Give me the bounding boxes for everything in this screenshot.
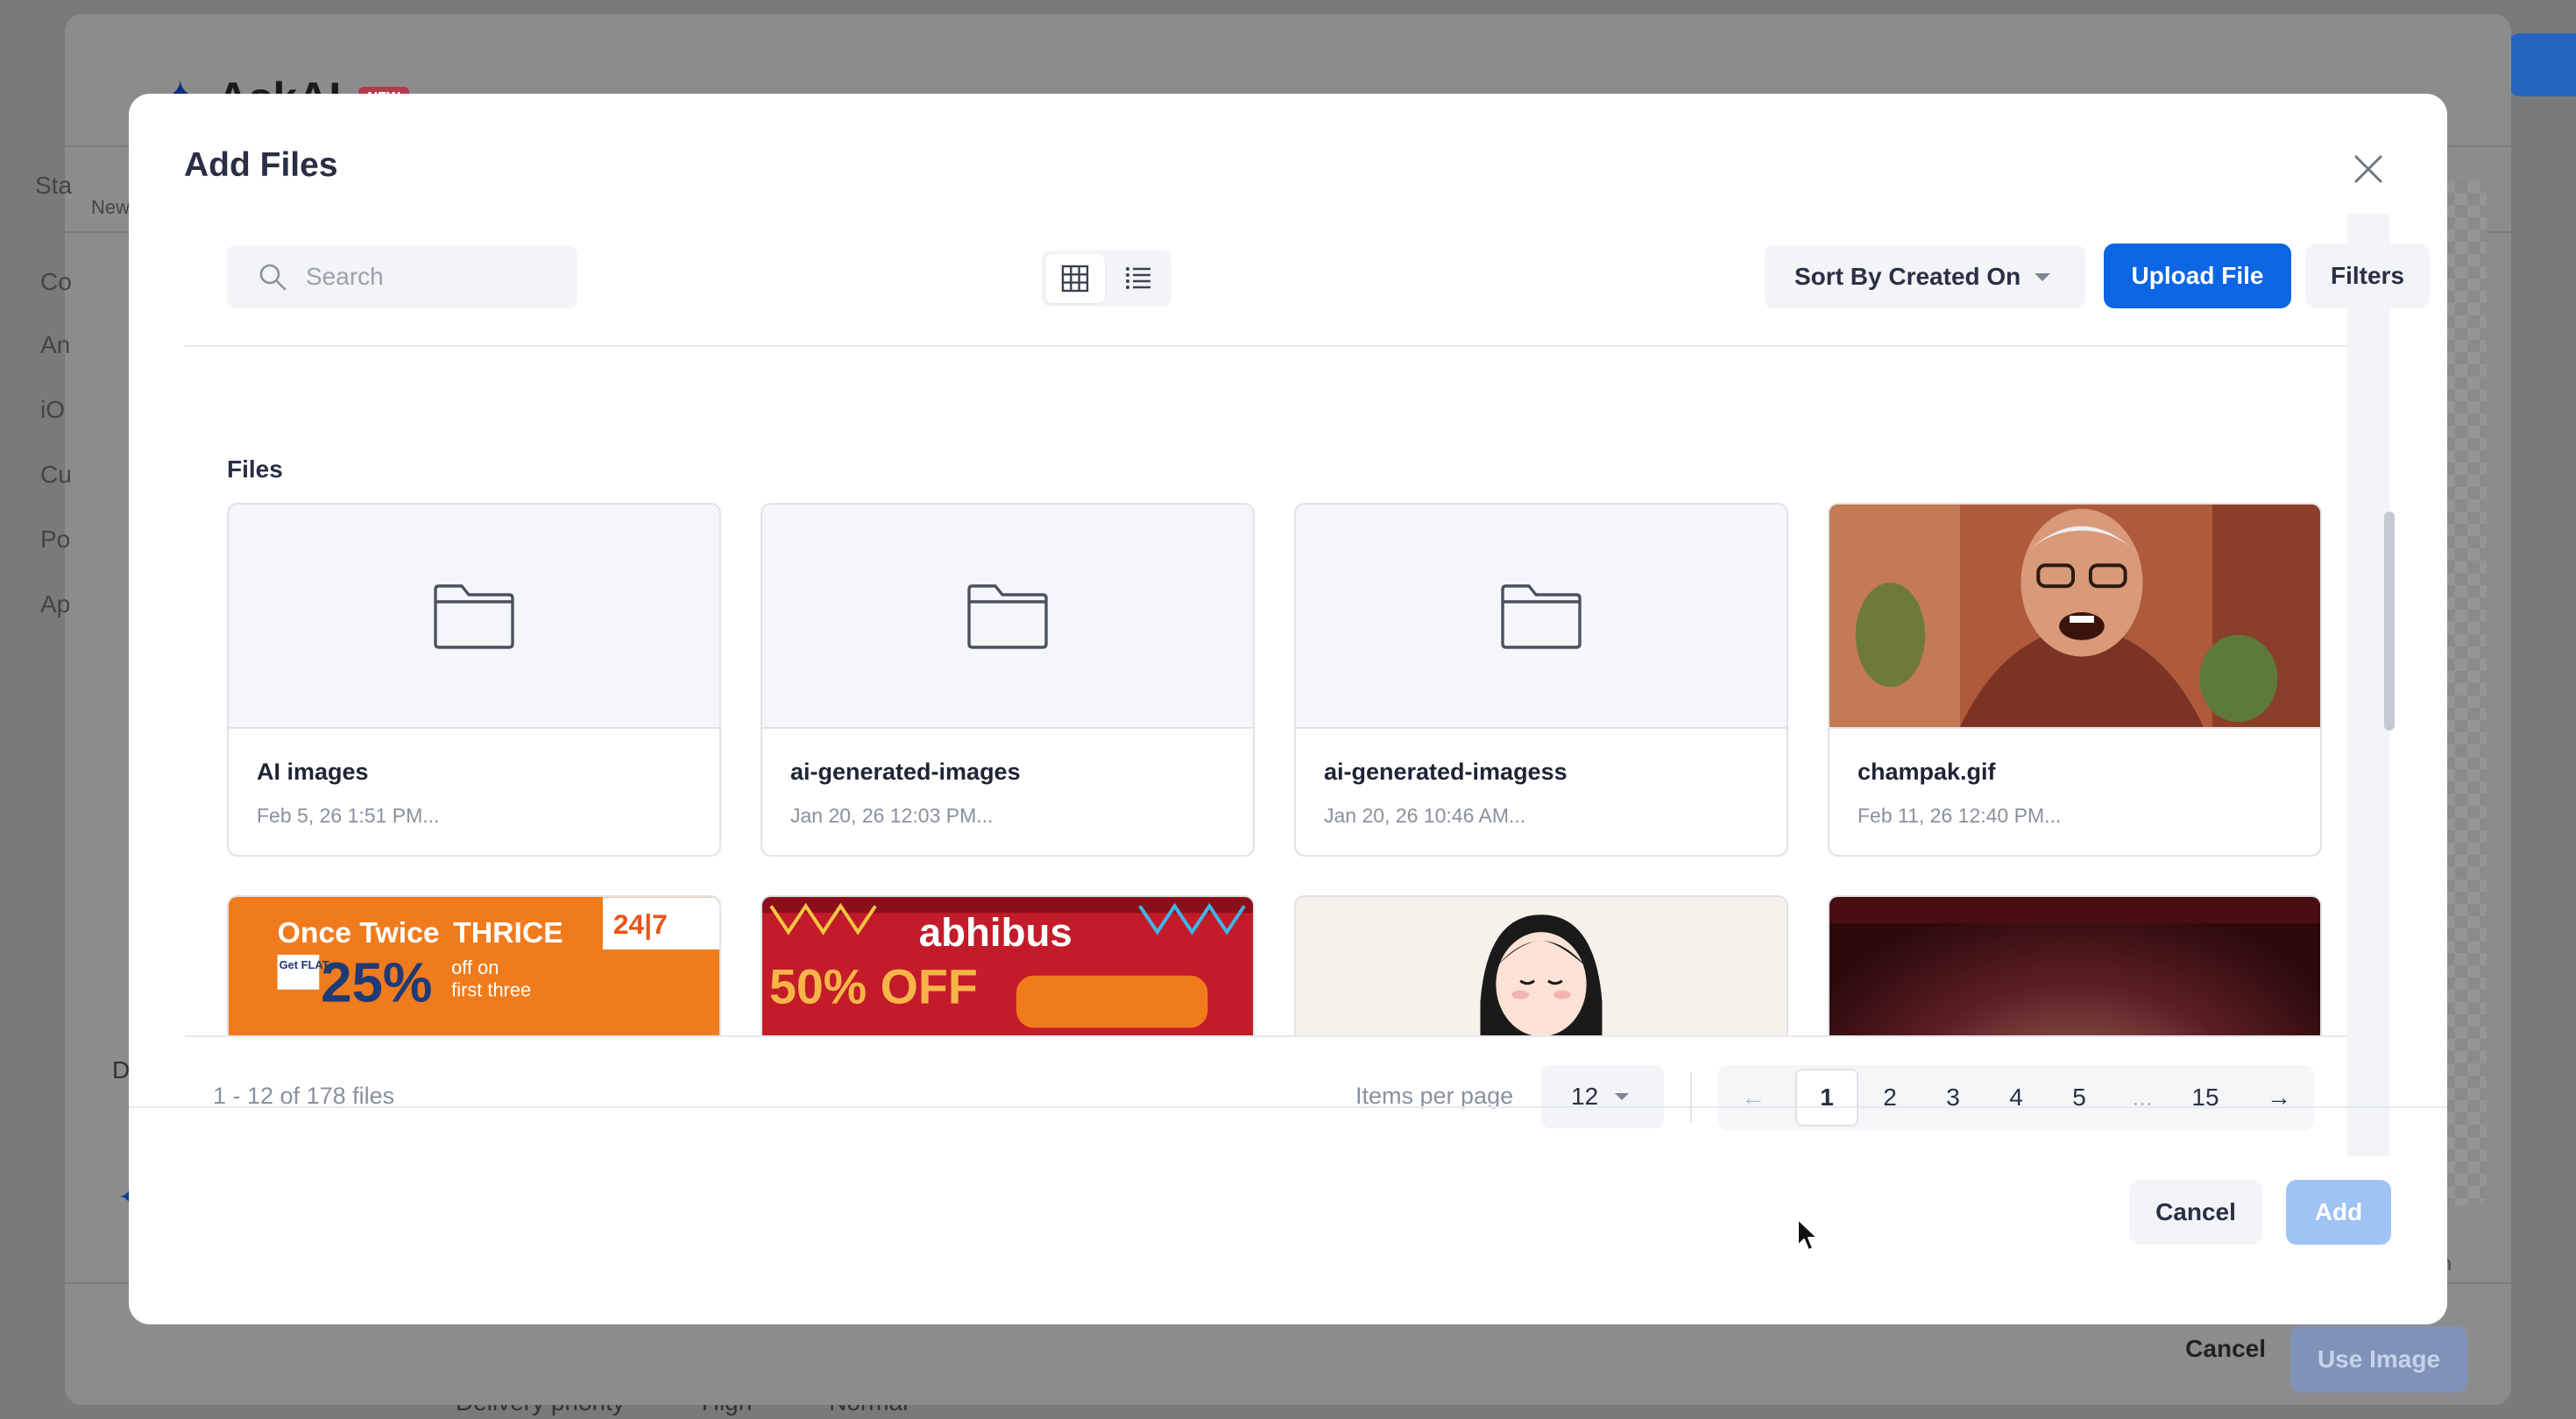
promo-percent: 25% bbox=[321, 952, 432, 1014]
search-input[interactable] bbox=[306, 263, 569, 291]
dialog-footer: Cancel Add bbox=[129, 1106, 2447, 1324]
background-use-image-button: Use Image bbox=[2290, 1326, 2467, 1393]
bg-sidebar-item: Ap bbox=[40, 590, 71, 618]
grid-icon bbox=[1061, 265, 1089, 293]
file-name: champak.gif bbox=[1858, 759, 1996, 785]
add-button[interactable]: Add bbox=[2286, 1180, 2391, 1245]
file-date: Jan 20, 26 10:46 AM... bbox=[1324, 804, 1526, 827]
promo-offer: 50% OFF bbox=[769, 960, 978, 1014]
dialog-title: Add Files bbox=[184, 146, 338, 184]
bg-sidebar-item: iO bbox=[40, 396, 65, 423]
file-date: Feb 11, 26 12:40 PM... bbox=[1858, 804, 2062, 827]
file-thumbnail bbox=[1296, 505, 1787, 729]
file-card[interactable]: ai-generated-images Jan 20, 26 12:03 PM.… bbox=[761, 503, 1255, 857]
bg-sidebar-item: D bbox=[112, 1056, 131, 1084]
list-icon bbox=[1126, 267, 1150, 289]
gif-preview-image bbox=[1829, 505, 2320, 727]
file-browser-panel: Sort By Created On Upload File Filters F… bbox=[185, 214, 2430, 1156]
mouse-cursor-icon bbox=[1797, 1218, 1818, 1251]
scrollbar-thumb[interactable] bbox=[2384, 512, 2395, 731]
file-thumbnail bbox=[1829, 505, 2320, 729]
bg-sidebar-item: Cu bbox=[40, 461, 72, 488]
file-card[interactable]: ai-generated-imagess Jan 20, 26 10:46 AM… bbox=[1294, 503, 1788, 857]
background-cancel-button: Cancel bbox=[2185, 1335, 2266, 1362]
promo-line1: Once Twice bbox=[278, 916, 440, 950]
close-icon bbox=[2354, 155, 2382, 183]
sort-dropdown[interactable]: Sort By Created On bbox=[1765, 245, 2085, 308]
add-files-dialog: Add Files Search Sort By Created On Uplo… bbox=[129, 94, 2447, 1324]
file-toolbar: Sort By Created On Upload File Filters bbox=[185, 214, 2430, 347]
promo-offer2: first three bbox=[451, 979, 531, 1001]
file-date: Feb 5, 26 1:51 PM... bbox=[257, 804, 440, 827]
promo-brand: abhibus bbox=[919, 910, 1072, 955]
promo-offer: off on bbox=[451, 957, 499, 978]
file-name: ai-generated-imagess bbox=[1324, 759, 1568, 785]
list-view-button[interactable] bbox=[1108, 254, 1168, 303]
search-icon bbox=[259, 264, 287, 291]
folder-icon bbox=[434, 584, 514, 649]
folder-icon bbox=[967, 584, 1048, 649]
bg-sidebar-item: Co bbox=[40, 268, 72, 295]
cancel-button[interactable]: Cancel bbox=[2129, 1180, 2262, 1245]
file-name: AI images bbox=[257, 759, 369, 785]
file-thumbnail bbox=[229, 505, 719, 729]
bg-sidebar-item: An bbox=[40, 331, 71, 358]
bg-sidebar-item: Po bbox=[40, 526, 71, 553]
files-section-label: Files bbox=[227, 455, 283, 483]
file-thumbnail bbox=[762, 505, 1253, 729]
bg-sidebar-item: Sta bbox=[35, 172, 73, 199]
chevron-down-icon bbox=[1615, 1093, 1629, 1100]
file-date: Jan 20, 26 12:03 PM... bbox=[790, 804, 994, 827]
file-card[interactable]: AI images Feb 5, 26 1:51 PM... bbox=[227, 503, 721, 857]
promo-line2: THRICE bbox=[453, 916, 563, 950]
background-top-button bbox=[2508, 33, 2576, 96]
search-box bbox=[227, 245, 577, 308]
chevron-down-icon bbox=[2035, 273, 2050, 281]
grid-view-button[interactable] bbox=[1045, 254, 1105, 303]
sort-label: Sort By Created On bbox=[1794, 263, 2021, 290]
upload-file-button[interactable]: Upload File bbox=[2104, 244, 2291, 308]
file-name: ai-generated-images bbox=[790, 759, 1021, 785]
file-card[interactable]: champak.gif Feb 11, 26 12:40 PM... bbox=[1828, 503, 2322, 857]
bg-sidebar-item: New bbox=[91, 196, 131, 218]
folder-icon bbox=[1501, 584, 1582, 649]
view-toggle bbox=[1042, 251, 1171, 307]
promo-badge: 24|7 bbox=[613, 908, 668, 940]
filters-button[interactable]: Filters bbox=[2305, 244, 2430, 308]
close-button[interactable] bbox=[2351, 152, 2386, 187]
